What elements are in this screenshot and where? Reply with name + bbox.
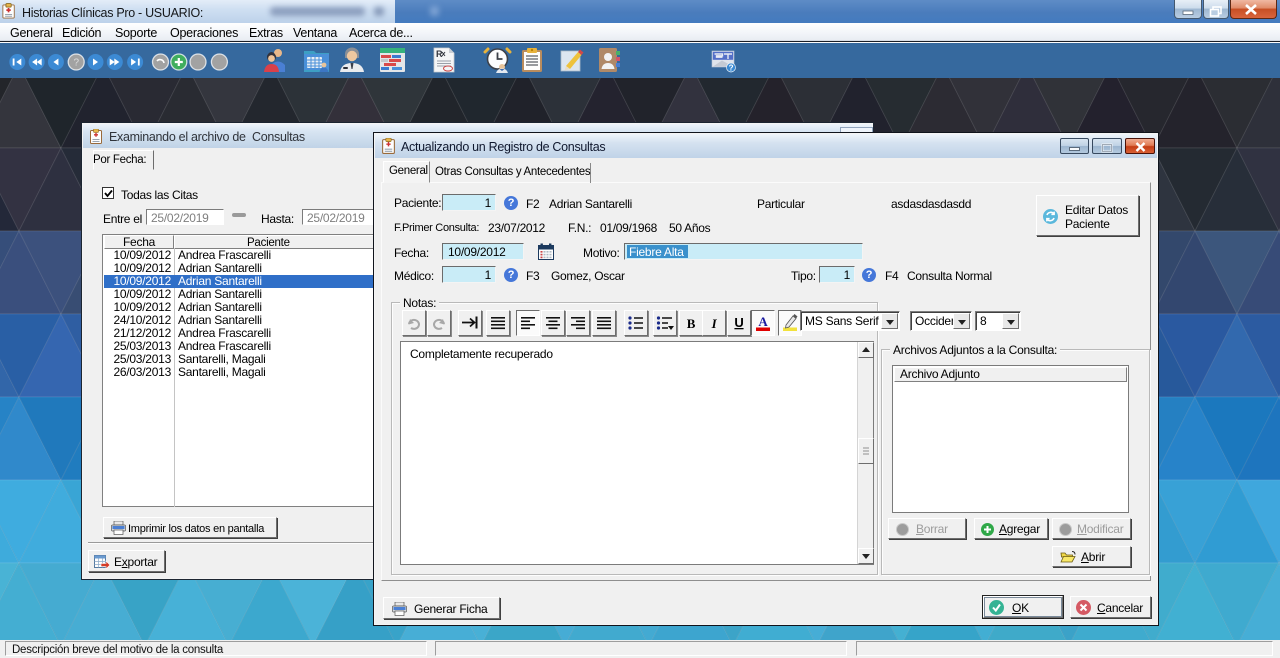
svg-text:U: U bbox=[734, 315, 743, 330]
svg-text:I: I bbox=[711, 316, 718, 331]
svg-text:A: A bbox=[758, 314, 768, 329]
svg-text:B: B bbox=[687, 316, 696, 331]
svg-text:?: ? bbox=[729, 64, 734, 73]
svg-text:?: ? bbox=[74, 58, 80, 69]
svg-text:R: R bbox=[436, 49, 443, 59]
